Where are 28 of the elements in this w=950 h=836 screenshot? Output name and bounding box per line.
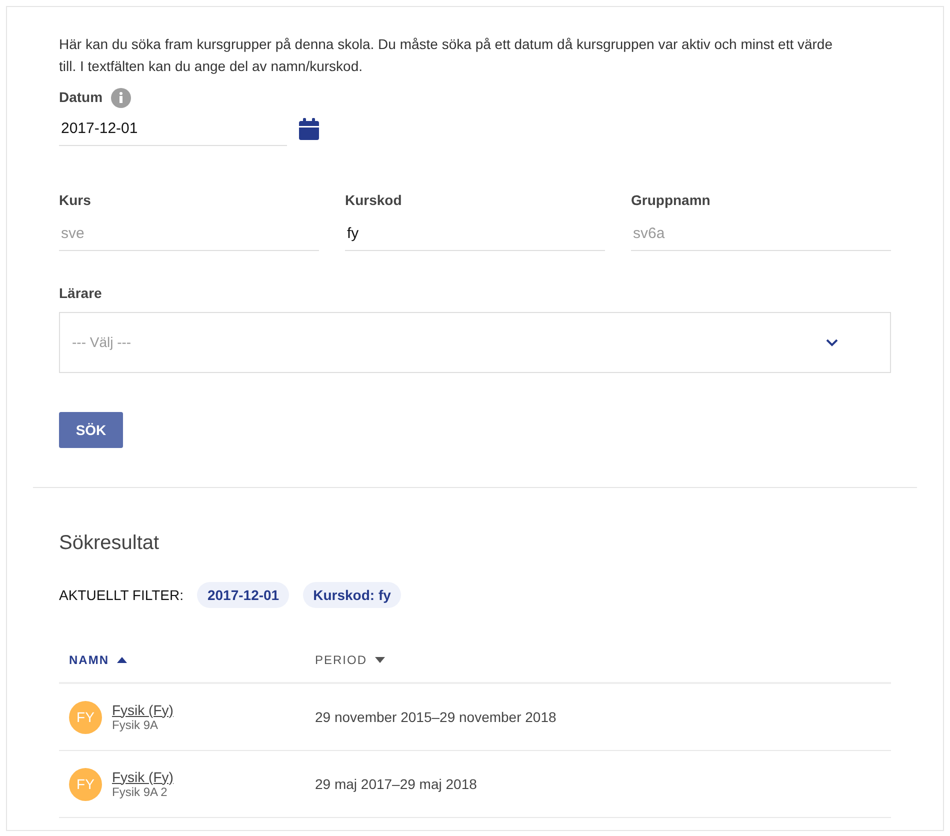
intro-text: Här kan du söka fram kursgrupper på denna skola. Du måste söka på ett datum då kursgruppen var aktiv och minst ett värde till. I textfälten kan du ange del av namn/kurskod. [59, 35, 834, 76]
course-link[interactable]: Fysik (Fy) [112, 768, 174, 784]
filter-chip[interactable]: 2017-12-01 [197, 582, 290, 608]
field-label: Kurs [59, 191, 91, 210]
column-header[interactable]: PERIOD [315, 651, 386, 669]
column-header[interactable]: NAMN [69, 651, 127, 669]
section-title: Sökresultat [59, 531, 160, 556]
filter-chip[interactable]: Kurskod: fy [303, 582, 401, 608]
calendar-icon[interactable] [299, 118, 319, 140]
text-field[interactable]: fy [345, 217, 605, 251]
chevron-down-icon [826, 338, 838, 346]
text-field[interactable]: sv6a [631, 217, 891, 251]
field-label: Kurskod [345, 191, 402, 210]
avatar: FY [69, 700, 102, 734]
avatar: FY [69, 768, 102, 800]
field-label: Datum [59, 88, 103, 107]
period-text: 29 maj 2017–29 maj 2018 [315, 774, 477, 794]
search-button[interactable]: SÖK [59, 412, 123, 448]
group-name: Fysik 9A 2 [112, 784, 168, 800]
text-field[interactable]: sve [59, 217, 319, 251]
info-icon[interactable] [110, 88, 131, 108]
filter-label: AKTUELLT FILTER: [59, 586, 184, 604]
date-field[interactable]: 2017-12-01 [59, 112, 287, 146]
group-name: Fysik 9A [112, 718, 158, 732]
field-label: Gruppnamn [631, 191, 710, 210]
course-link[interactable]: Fysik (Fy) [112, 702, 174, 718]
field-label: Lärare [59, 284, 102, 303]
period-text: 29 november 2015–29 november 2018 [315, 708, 556, 726]
